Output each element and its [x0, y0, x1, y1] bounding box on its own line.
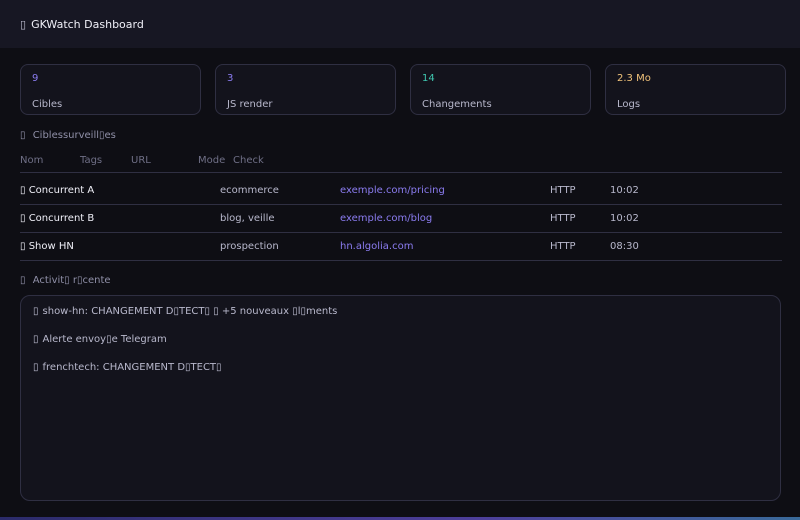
activity-item: ▯ frenchtech: CHANGEMENT D▯TECT▯	[33, 362, 768, 390]
app-header: ▯ GKWatch Dashboard	[0, 0, 800, 48]
stat-label: JS render	[227, 99, 273, 110]
target-last-check: 08:30	[610, 241, 639, 252]
stat-card-js-render[interactable]: 3 JS render	[215, 64, 396, 115]
stat-label: Changements	[422, 99, 492, 110]
activity-item-icon: ▯	[33, 306, 39, 317]
activity-item-icon: ▯	[33, 362, 39, 373]
stat-card-changements[interactable]: 14 Changements	[410, 64, 591, 115]
column-header-url[interactable]: URL	[131, 155, 151, 166]
target-row-icon: ▯	[20, 241, 26, 252]
target-tags: blog, veille	[220, 213, 275, 224]
targets-title-text: Ciblessurveill▯es	[32, 130, 116, 141]
target-mode: HTTP	[550, 213, 576, 224]
table-row[interactable]: ▯ Show HN prospection hn.algolia.com HTT…	[20, 233, 782, 261]
target-url-link[interactable]: hn.algolia.com	[340, 241, 413, 252]
activity-item: ▯ Alerte envoy▯e Telegram	[33, 334, 768, 362]
target-url-link[interactable]: exemple.com/blog	[340, 213, 432, 224]
stats-row: 9 Cibles 3 JS render 14 Changements 2.3 …	[20, 64, 786, 115]
target-row-icon: ▯	[20, 213, 26, 224]
stat-value: 9	[32, 73, 39, 84]
stat-label: Cibles	[32, 99, 63, 110]
column-header-nom[interactable]: Nom	[20, 155, 43, 166]
target-last-check: 10:02	[610, 213, 639, 224]
column-header-tags[interactable]: Tags	[80, 155, 102, 166]
activity-item-icon: ▯	[33, 334, 39, 345]
app-title: GKWatch Dashboard	[31, 17, 144, 31]
stat-label: Logs	[617, 99, 641, 110]
table-row[interactable]: ▯ Concurrent B blog, veille exemple.com/…	[20, 205, 782, 233]
stat-card-logs[interactable]: 2.3 Mo Logs	[605, 64, 786, 115]
activity-item: ▯ show-hn: CHANGEMENT D▯TECT▯ ▯ +5 nouvea…	[33, 306, 768, 334]
target-icon: ▯	[20, 130, 26, 141]
activity-item-text: Alerte envoy▯e Telegram	[42, 334, 167, 345]
stat-value: 2.3 Mo	[617, 73, 651, 84]
activity-item-text: frenchtech: CHANGEMENT D▯TECT▯	[42, 362, 222, 373]
target-tags: ecommerce	[220, 185, 279, 196]
target-last-check: 10:02	[610, 185, 639, 196]
target-mode: HTTP	[550, 185, 576, 196]
activity-item-text: show-hn: CHANGEMENT D▯TECT▯ ▯ +5 nouveau…	[42, 306, 338, 317]
stat-card-cibles[interactable]: 9 Cibles	[20, 64, 201, 115]
table-row[interactable]: ▯ Concurrent A ecommerce exemple.com/pri…	[20, 177, 782, 205]
stat-value: 3	[227, 73, 234, 84]
column-header-mode[interactable]: Mode	[198, 155, 225, 166]
eye-icon: ▯	[20, 17, 27, 31]
target-tags: prospection	[220, 241, 279, 252]
target-mode: HTTP	[550, 241, 576, 252]
activity-icon: ▯	[20, 275, 26, 286]
activity-feed[interactable]: ▯ show-hn: CHANGEMENT D▯TECT▯ ▯ +5 nouvea…	[20, 295, 781, 501]
targets-section-title: ▯ Ciblessurveill▯es	[20, 130, 116, 141]
activity-section-title: ▯ Activit▯ r▯cente	[20, 275, 111, 286]
target-url-link[interactable]: exemple.com/pricing	[340, 185, 445, 196]
activity-title-text: Activit▯ r▯cente	[32, 275, 111, 286]
targets-table-header: Nom Tags URL Mode Check	[20, 155, 782, 173]
column-header-check[interactable]: Check	[233, 155, 264, 166]
target-name: ▯ Concurrent A	[20, 185, 95, 196]
target-row-icon: ▯	[20, 185, 26, 196]
target-name: ▯ Concurrent B	[20, 213, 95, 224]
target-name: ▯ Show HN	[20, 241, 74, 252]
stat-value: 14	[422, 73, 435, 84]
